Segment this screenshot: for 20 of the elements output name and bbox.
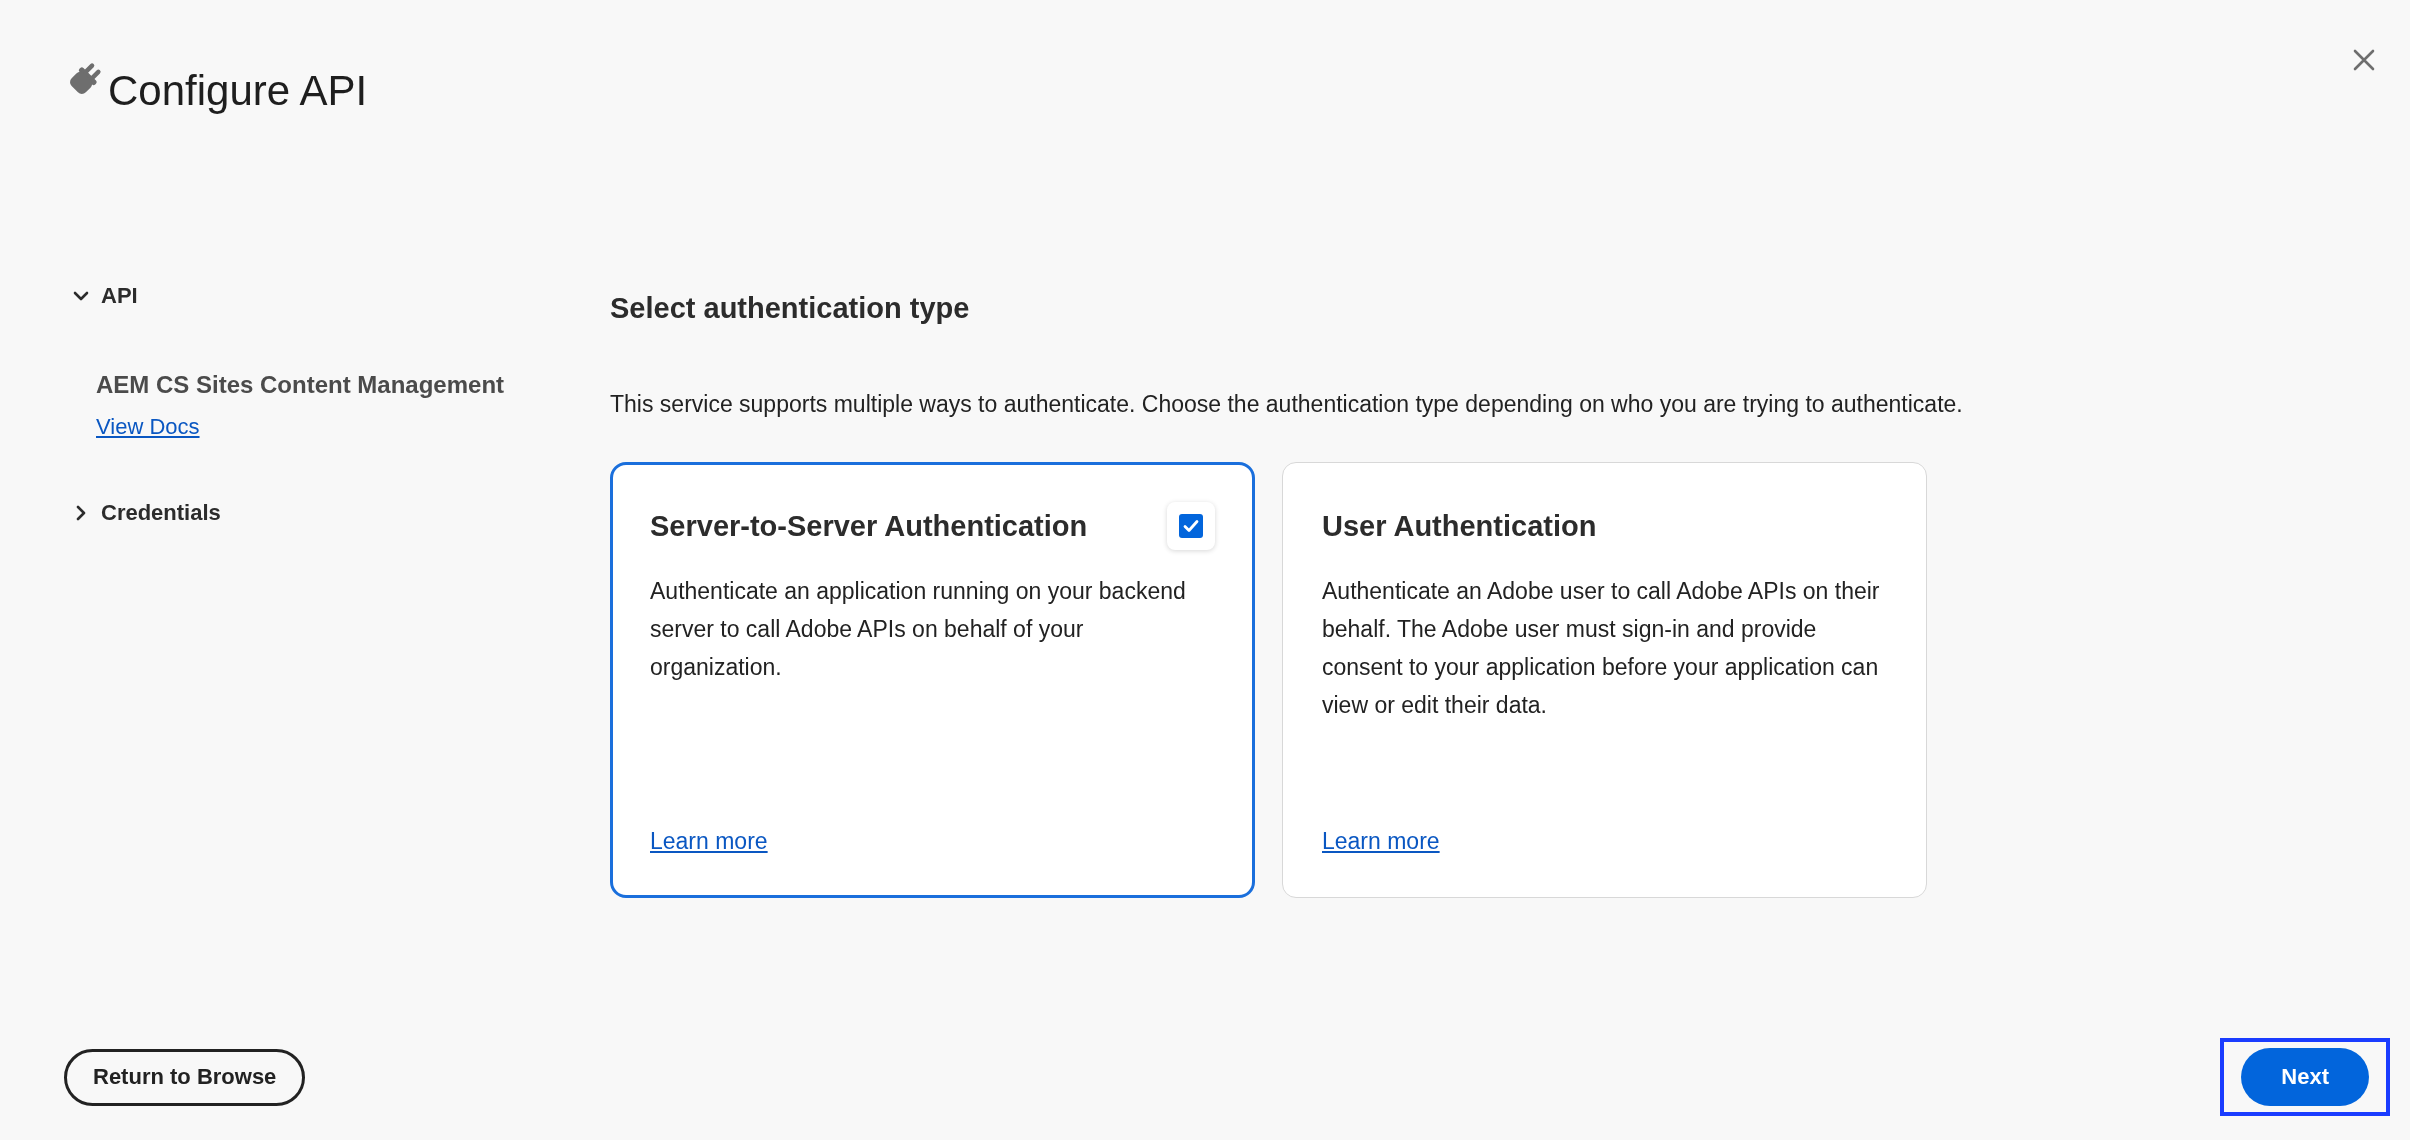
- auth-option-card[interactable]: [1282, 462, 1927, 898]
- close-icon[interactable]: [2353, 49, 2375, 71]
- section-heading: Select authentication type: [610, 291, 970, 326]
- intro-text: This service supports multiple ways to authenticate. Choose the authentication type depending on who you are trying to authenticate.: [610, 390, 1963, 419]
- next-button[interactable]: Next: [2241, 1048, 2369, 1106]
- card-description: Authenticate an Adobe user to call Adobe APIs on their behalf. The Adobe user must sign-in and provide consent to your application before your application can view or edit their data.: [1322, 577, 1881, 720]
- learn-more-link[interactable]: Learn more: [1322, 826, 1440, 856]
- dialog-title: Configure API: [108, 67, 368, 115]
- learn-more-link[interactable]: Learn more: [650, 826, 768, 856]
- api-name: AEM CS Sites Content Management: [96, 370, 505, 400]
- section-toggle[interactable]: Credentials: [73, 497, 221, 529]
- view-docs-link[interactable]: View Docs: [96, 414, 200, 440]
- card-title: Server-to-Server Authentication: [650, 509, 1088, 544]
- card-title: User Authentication: [1322, 509, 1597, 544]
- checkmark-icon: [1179, 514, 1203, 538]
- section-toggle[interactable]: API: [73, 280, 138, 312]
- card-description: Authenticate an application running on your backend server to call Adobe APIs on behalf of your organization.: [650, 577, 1187, 682]
- checkbox[interactable]: [1167, 502, 1215, 550]
- return-button[interactable]: Return to Browse: [64, 1048, 306, 1106]
- auth-option-card[interactable]: Server-to-Server Authentication Authenticate an application running on your backend server to call Adobe APIs on behalf of your organization. Learn more: [610, 462, 1255, 898]
